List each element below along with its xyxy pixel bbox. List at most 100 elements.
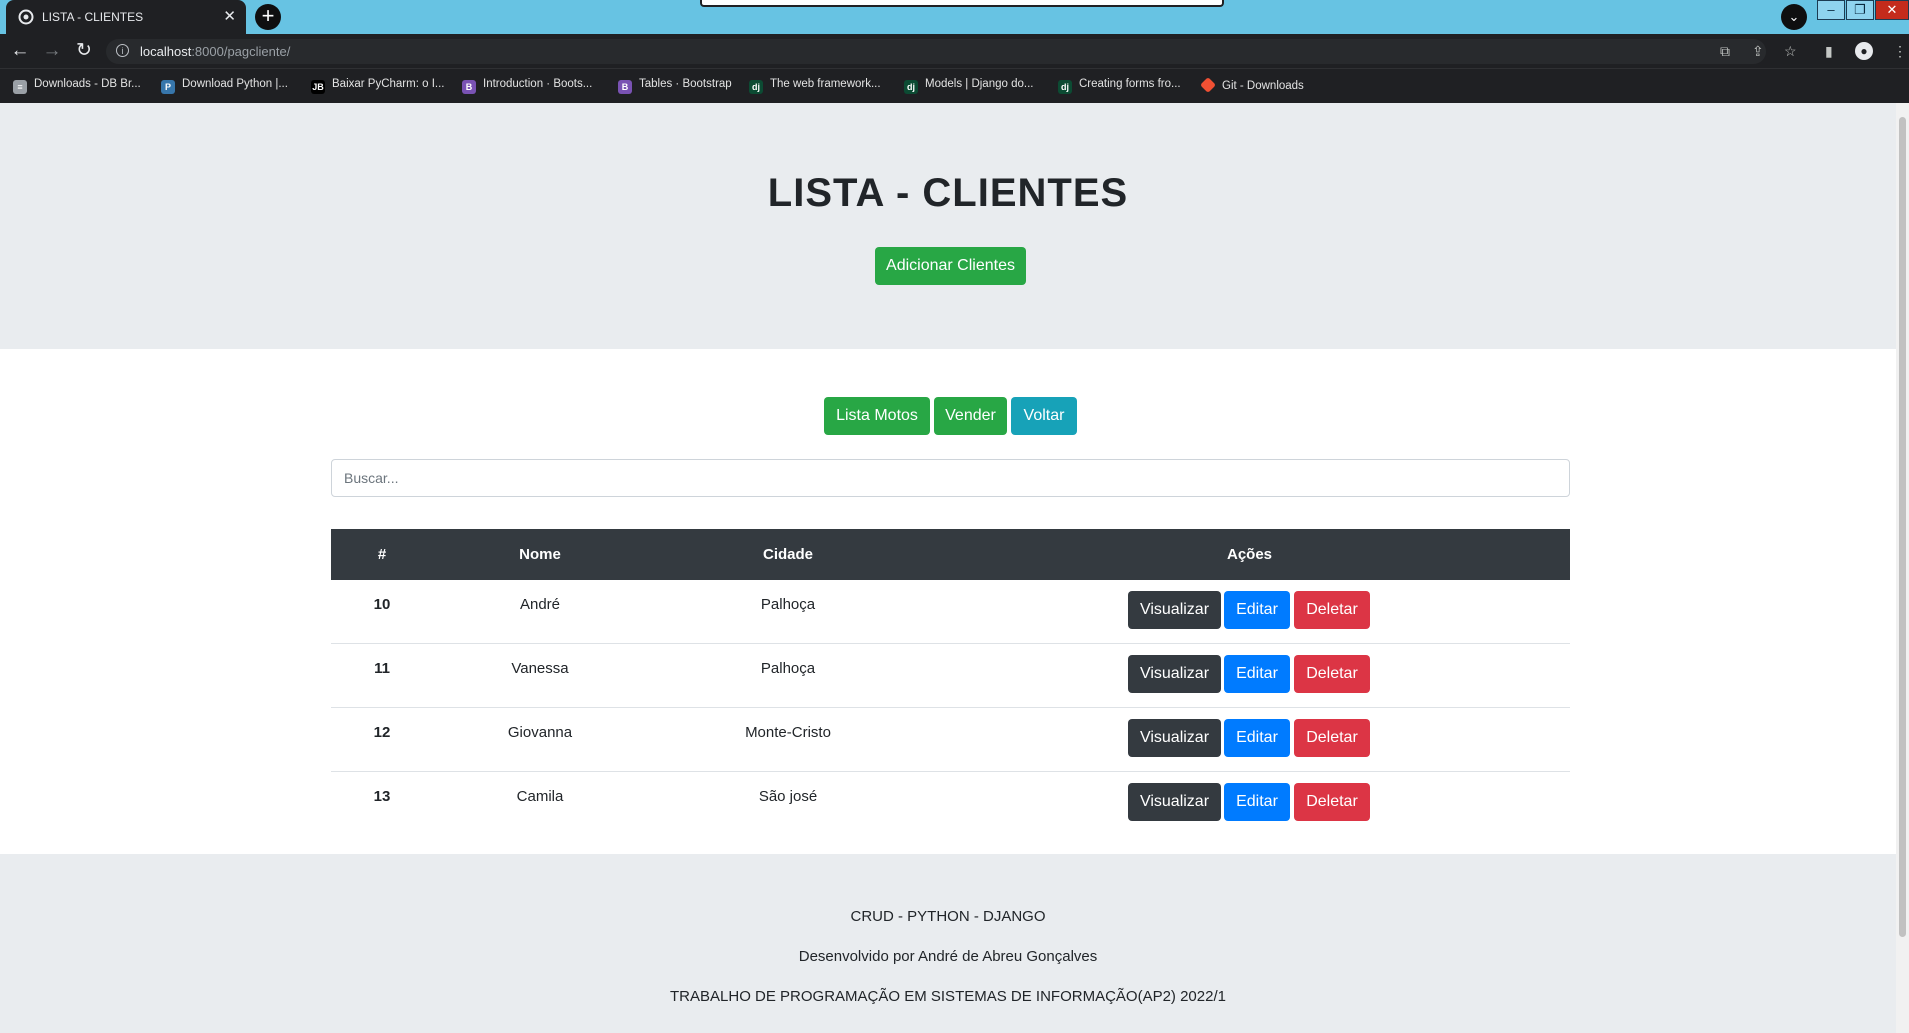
cell-id: 13 xyxy=(373,788,391,805)
view-button[interactable]: Visualizar xyxy=(1128,783,1221,821)
column-header-acoes: Ações xyxy=(1226,546,1273,563)
footer-line-crud: CRUD - PYTHON - DJANGO xyxy=(850,908,1046,925)
menu-dots-icon[interactable]: ⋮ xyxy=(1893,42,1907,60)
cell-cidade: São josé xyxy=(758,788,818,805)
table-row: 13 Camila São josé Visualizar Editar Del… xyxy=(331,772,1570,835)
bookmark-item[interactable]: dj Creating forms fro... xyxy=(1058,78,1181,94)
title-bar-strip xyxy=(700,0,1224,7)
new-tab-button[interactable]: + xyxy=(255,4,281,30)
jetbrains-icon: JB xyxy=(311,80,325,94)
footer-line-course: TRABALHO DE PROGRAMAÇÃO EM SISTEMAS DE I… xyxy=(670,988,1226,1005)
sell-button[interactable]: Vender xyxy=(934,397,1007,435)
cell-nome: André xyxy=(519,596,561,613)
django-icon: dj xyxy=(1058,80,1072,94)
delete-button[interactable]: Deletar xyxy=(1294,655,1370,693)
translate-icon[interactable]: ⧉ xyxy=(1720,42,1730,60)
browser-tab-bar: LISTA - CLIENTES ✕ + ⌄ – ❐ ✕ xyxy=(0,0,1909,34)
page-footer: CRUD - PYTHON - DJANGO Desenvolvido por … xyxy=(0,854,1896,1033)
page-title: LISTA - CLIENTES xyxy=(767,171,1129,215)
edit-button[interactable]: Editar xyxy=(1224,655,1290,693)
table-header: # Nome Cidade Ações xyxy=(331,529,1570,580)
cell-cidade: Palhoça xyxy=(760,596,816,613)
edit-button[interactable]: Editar xyxy=(1224,719,1290,757)
cell-nome: Camila xyxy=(516,788,564,805)
cell-id: 12 xyxy=(373,724,391,741)
django-icon: dj xyxy=(904,80,918,94)
column-header-nome: Nome xyxy=(519,546,561,563)
cell-id: 11 xyxy=(374,660,390,677)
cell-nome: Giovanna xyxy=(507,724,573,741)
table-row: 11 Vanessa Palhoça Visualizar Editar Del… xyxy=(331,644,1570,708)
url-path: :8000/pagcliente/ xyxy=(191,44,291,59)
tab-close-icon[interactable]: ✕ xyxy=(223,7,236,25)
bookmark-item[interactable]: ≡ Downloads - DB Br... xyxy=(13,78,141,94)
bookmark-label: Git - Downloads xyxy=(1222,80,1304,92)
search-input[interactable] xyxy=(331,459,1570,497)
cell-id: 10 xyxy=(373,596,391,613)
bootstrap-icon: B xyxy=(462,80,476,94)
bookmark-item[interactable]: P Download Python |... xyxy=(161,78,288,94)
bookmark-star-icon[interactable]: ☆ xyxy=(1784,42,1797,60)
forward-arrow-icon[interactable]: → xyxy=(41,40,63,62)
bookmark-item[interactable]: B Tables · Bootstrap xyxy=(618,78,732,94)
address-bar[interactable]: i localhost:8000/pagcliente/ xyxy=(106,39,1766,64)
profile-avatar-icon[interactable]: ● xyxy=(1855,42,1873,60)
python-icon: P xyxy=(161,80,175,94)
browser-tab-active[interactable]: LISTA - CLIENTES ✕ xyxy=(6,0,246,34)
tab-search-chevron-icon[interactable]: ⌄ xyxy=(1781,4,1807,30)
back-arrow-icon[interactable]: ← xyxy=(9,40,31,62)
tab-title: LISTA - CLIENTES xyxy=(42,10,144,24)
bookmark-label: Downloads - DB Br... xyxy=(34,78,141,90)
add-clients-button[interactable]: Adicionar Clientes xyxy=(875,247,1026,285)
window-restore-button[interactable]: ❐ xyxy=(1846,0,1874,20)
share-icon[interactable]: ⇪ xyxy=(1752,42,1764,60)
bookmark-label: Introduction · Boots... xyxy=(483,78,593,90)
clients-table: # Nome Cidade Ações 10 André Palhoça Vis… xyxy=(331,529,1570,835)
db-icon: ≡ xyxy=(13,80,27,94)
list-motos-button[interactable]: Lista Motos xyxy=(824,397,930,435)
table-row: 12 Giovanna Monte-Cristo Visualizar Edit… xyxy=(331,708,1570,772)
delete-button[interactable]: Deletar xyxy=(1294,719,1370,757)
edit-button[interactable]: Editar xyxy=(1224,783,1290,821)
browser-toolbar: ← → ↻ i localhost:8000/pagcliente/ ⧉ ⇪ ☆… xyxy=(0,34,1909,68)
bookmark-label: Tables · Bootstrap xyxy=(639,78,732,90)
bookmark-item[interactable]: B Introduction · Boots... xyxy=(462,78,592,94)
bookmark-item[interactable]: dj Models | Django do... xyxy=(904,78,1033,94)
delete-button[interactable]: Deletar xyxy=(1294,783,1370,821)
cell-cidade: Palhoça xyxy=(760,660,816,677)
view-button[interactable]: Visualizar xyxy=(1128,591,1221,629)
bookmarks-bar: ≡ Downloads - DB Br... P Download Python |… xyxy=(0,68,1909,103)
delete-button[interactable]: Deletar xyxy=(1294,591,1370,629)
column-header-cidade: Cidade xyxy=(762,546,813,563)
footer-line-author: Desenvolvido por André de Abreu Gonçalve… xyxy=(798,948,1098,965)
jumbotron-header: LISTA - CLIENTES Adicionar Clientes xyxy=(0,103,1896,349)
side-panel-icon[interactable]: ▮ xyxy=(1825,42,1833,60)
git-icon xyxy=(1200,77,1216,93)
page-viewport: LISTA - CLIENTES Adicionar Clientes List… xyxy=(0,103,1896,1033)
bookmark-label: Baixar PyCharm: o I... xyxy=(332,78,445,90)
site-info-icon[interactable]: i xyxy=(116,44,129,57)
reload-icon[interactable]: ↻ xyxy=(73,40,95,62)
address-url[interactable]: localhost:8000/pagcliente/ xyxy=(140,44,290,59)
bookmark-label: The web framework... xyxy=(770,78,881,90)
bookmark-label: Download Python |... xyxy=(182,78,288,90)
table-row: 10 André Palhoça Visualizar Editar Delet… xyxy=(331,580,1570,644)
favicon-icon xyxy=(18,9,34,25)
window-close-button[interactable]: ✕ xyxy=(1875,0,1909,20)
window-minimize-button[interactable]: – xyxy=(1817,0,1845,20)
view-button[interactable]: Visualizar xyxy=(1128,655,1221,693)
scrollbar-thumb[interactable] xyxy=(1899,117,1906,937)
cell-nome: Vanessa xyxy=(511,660,569,677)
url-host: localhost xyxy=(140,44,192,59)
bookmark-item[interactable]: dj The web framework... xyxy=(749,78,881,94)
bookmark-item[interactable]: JB Baixar PyCharm: o I... xyxy=(311,78,444,94)
bootstrap-icon: B xyxy=(618,80,632,94)
view-button[interactable]: Visualizar xyxy=(1128,719,1221,757)
cell-cidade: Monte-Cristo xyxy=(745,724,831,741)
edit-button[interactable]: Editar xyxy=(1224,591,1290,629)
page-scrollbar[interactable] xyxy=(1896,103,1909,1033)
column-header-id: # xyxy=(377,546,387,563)
bookmark-item[interactable]: Git - Downloads xyxy=(1200,77,1304,93)
back-button[interactable]: Voltar xyxy=(1011,397,1077,435)
bookmark-label: Models | Django do... xyxy=(925,78,1034,90)
